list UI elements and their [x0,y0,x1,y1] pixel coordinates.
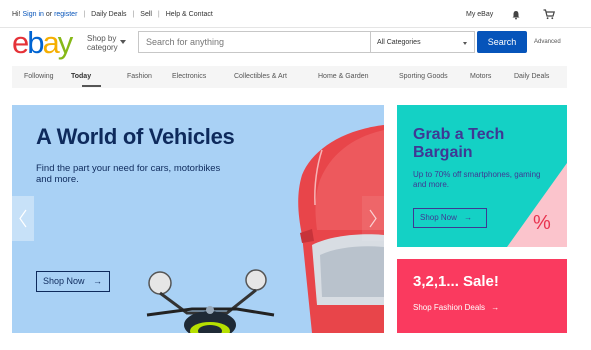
category-selected-value: All Categories [377,39,421,46]
top-utility-bar: Hi! Sign in or register | Daily Deals | … [0,0,591,28]
shop-by-line-1: Shop by [87,34,117,43]
chevron-right-icon [369,209,377,228]
logo-letter-y: y [57,25,73,60]
nav-item-motors[interactable]: Motors [470,73,491,80]
logo-letter-a: a [42,25,60,60]
search-placeholder: Search for anything [146,37,225,47]
nav-item-fashion[interactable]: Fashion [127,73,152,80]
chevron-left-icon [19,209,27,228]
sale-promo-title: 3,2,1... Sale! [413,273,499,290]
divider: | [157,11,160,18]
divider: | [83,11,86,18]
active-tab-indicator [82,85,101,87]
tech-bargain-promo[interactable]: Grab a Tech Bargain Up to 70% off smartp… [397,105,567,247]
hero-banner[interactable]: A World of Vehicles Find the part your n… [12,105,384,333]
sell-link[interactable]: Sell [140,11,152,18]
nav-item-sporting-goods[interactable]: Sporting Goods [399,73,448,80]
shop-by-line-2: category [87,43,118,52]
ebay-logo[interactable]: ebay [12,25,73,61]
sale-link-label: Shop Fashion Deals [413,303,486,312]
category-select[interactable]: All Categories [371,31,475,53]
register-link[interactable]: register [54,11,77,18]
tech-shop-now-button[interactable]: Shop Now → [413,208,487,228]
hero-subtitle: Find the part your need for cars, motorb… [36,163,221,185]
or-text: or [45,11,53,18]
nav-item-electronics[interactable]: Electronics [172,73,206,80]
advanced-search-link[interactable]: Advanced [534,39,561,45]
carousel-next-button[interactable] [362,196,384,241]
search-input[interactable]: Search for anything [138,31,371,53]
shop-fashion-deals-link[interactable]: Shop Fashion Deals → [413,303,499,312]
sign-in-link[interactable]: Sign in [23,11,44,18]
logo-letter-e: e [12,25,29,60]
nav-item-daily-deals[interactable]: Daily Deals [514,73,549,80]
carousel-prev-button[interactable] [12,196,34,241]
bell-icon[interactable] [511,10,521,20]
nav-item-collectibles-art[interactable]: Collectibles & Art [234,73,287,80]
tech-promo-subtitle: Up to 70% off smartphones, gaming and mo… [413,170,541,189]
hero-title: A World of Vehicles [36,124,235,149]
top-left-links: Hi! Sign in or register | Daily Deals | … [12,11,213,18]
search-button[interactable]: Search [477,31,527,53]
tech-promo-title: Grab a Tech Bargain [413,126,504,162]
nav-item-today[interactable]: Today [71,73,91,80]
tech-cta-label: Shop Now [420,213,457,222]
chevron-down-icon [463,42,467,45]
hero-shop-now-button[interactable]: Shop Now → [36,271,110,292]
nav-item-following[interactable]: Following [24,73,54,80]
arrow-right-icon: → [93,276,103,286]
tech-promo-title-line-1: Grab a Tech [413,126,505,143]
nav-item-home-garden[interactable]: Home & Garden [318,73,369,80]
chevron-down-icon[interactable] [120,40,126,44]
greeting-text: Hi! [12,11,21,18]
logo-letter-b: b [27,25,44,60]
help-contact-link[interactable]: Help & Contact [166,11,213,18]
divider: | [132,11,135,18]
arrow-right-icon: → [491,303,500,312]
category-nav: Following Today Fashion Electronics Coll… [12,66,567,88]
shop-by-category-button[interactable]: Shop by category [87,34,118,52]
daily-deals-link[interactable]: Daily Deals [91,11,126,18]
tech-promo-title-line-2: Bargain [413,144,473,161]
percent-badge: % [533,212,551,234]
arrow-right-icon: → [464,213,473,222]
my-ebay-link[interactable]: My eBay [466,11,493,18]
cart-icon[interactable] [543,9,555,20]
hero-cta-label: Shop Now [43,276,85,286]
sale-promo[interactable]: 3,2,1... Sale! Shop Fashion Deals → [397,259,567,333]
